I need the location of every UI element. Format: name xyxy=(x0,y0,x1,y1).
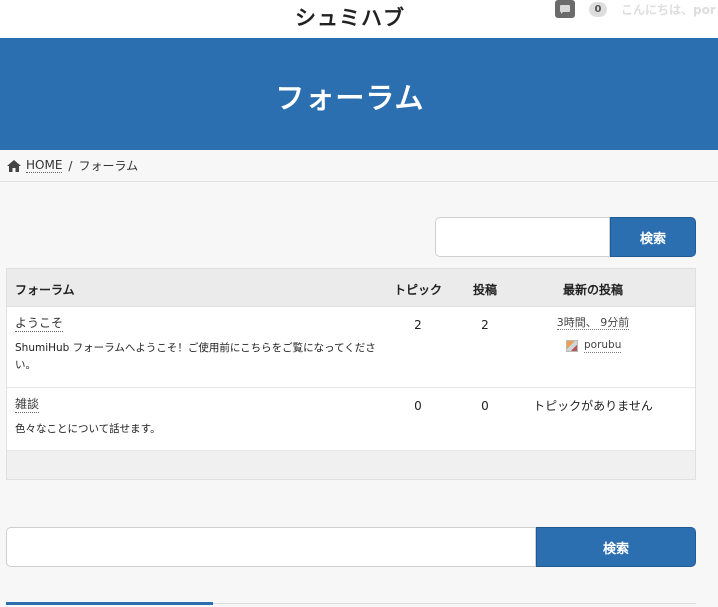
comment-icon[interactable] xyxy=(555,0,575,18)
top-bar: シュミハブ 0 こんにちは、por xyxy=(0,0,718,38)
forum-link-welcome[interactable]: ようこそ xyxy=(15,316,64,332)
search-form-top: 検索 xyxy=(435,217,696,257)
search-button-top[interactable]: 検索 xyxy=(610,217,696,257)
search-form-bottom: 検索 xyxy=(6,527,696,567)
breadcrumb-home-link[interactable]: HOME xyxy=(26,158,63,173)
breadcrumb-separator: / xyxy=(68,158,73,173)
header-topics: トピック xyxy=(394,283,443,297)
page-banner: フォーラム xyxy=(0,38,718,150)
table-row: ようこそ ShumiHub フォーラムへようこそ！ご使用前にこちらをご覧になって… xyxy=(7,307,695,388)
forum-description: 色々なことについて話せます。 xyxy=(15,423,161,435)
search-button-bottom[interactable]: 検索 xyxy=(536,527,696,567)
latest-post-author: porubu xyxy=(566,339,622,353)
breadcrumb-current: フォーラム xyxy=(78,159,139,173)
table-row: 雑談 色々なことについて話せます。 0 0 トピックがありません xyxy=(7,388,695,451)
author-link[interactable]: porubu xyxy=(584,339,622,353)
header-latest: 最新の投稿 xyxy=(563,283,624,297)
breadcrumb: HOME / フォーラム xyxy=(0,150,718,182)
forum-link-chat[interactable]: 雑談 xyxy=(15,397,40,413)
latest-post: 3時間、 9分前 xyxy=(527,316,659,330)
page-title: フォーラム xyxy=(275,81,425,115)
admin-toolbar: 0 こんにちは、por xyxy=(555,0,716,18)
post-count: 2 xyxy=(481,318,489,332)
forum-description: ShumiHub フォーラムへようこそ！ご使用前にこちらをご覧になってください。 xyxy=(15,342,376,371)
header-posts: 投稿 xyxy=(473,283,498,297)
tab-indicator xyxy=(6,602,213,605)
table-header: フォーラム トピック 投稿 最新の投稿 xyxy=(7,269,695,307)
user-greeting[interactable]: こんにちは、por xyxy=(621,1,716,18)
header-forum: フォーラム xyxy=(15,283,75,297)
home-icon xyxy=(7,159,21,172)
comment-count-badge[interactable]: 0 xyxy=(589,1,607,17)
latest-post-time-link[interactable]: 3時間、 9分前 xyxy=(556,316,630,330)
search-input-bottom[interactable] xyxy=(6,527,536,567)
table-footer xyxy=(7,451,695,479)
forum-table: フォーラム トピック 投稿 最新の投稿 ようこそ ShumiHub フォーラムへ… xyxy=(6,268,696,480)
post-count: 0 xyxy=(481,399,489,413)
no-topics-text: トピックがありません xyxy=(533,399,653,413)
topic-count: 2 xyxy=(414,318,422,332)
topic-count: 0 xyxy=(414,399,422,413)
search-input-top[interactable] xyxy=(435,217,610,257)
avatar[interactable] xyxy=(566,340,578,352)
